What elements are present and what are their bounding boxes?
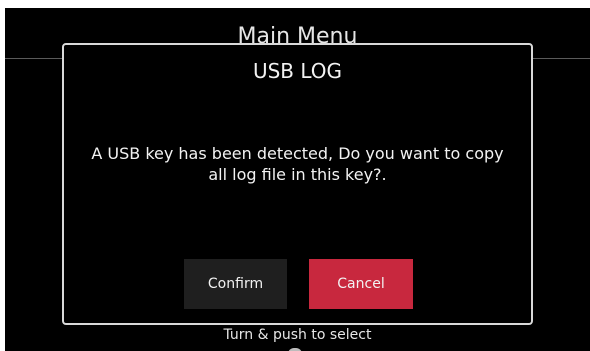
navigation-hint: Turn & push to select — [223, 327, 372, 343]
dialog-title: USB LOG — [252, 59, 343, 83]
cancel-button[interactable]: Cancel — [309, 259, 413, 309]
device-screen: Main Menu Turn & push to select USB LOG … — [5, 8, 590, 351]
confirm-button[interactable]: Confirm — [184, 259, 287, 309]
usb-log-dialog: USB LOG A USB key has been detected, Do … — [62, 43, 533, 325]
dialog-message: A USB key has been detected, Do you want… — [91, 144, 504, 184]
